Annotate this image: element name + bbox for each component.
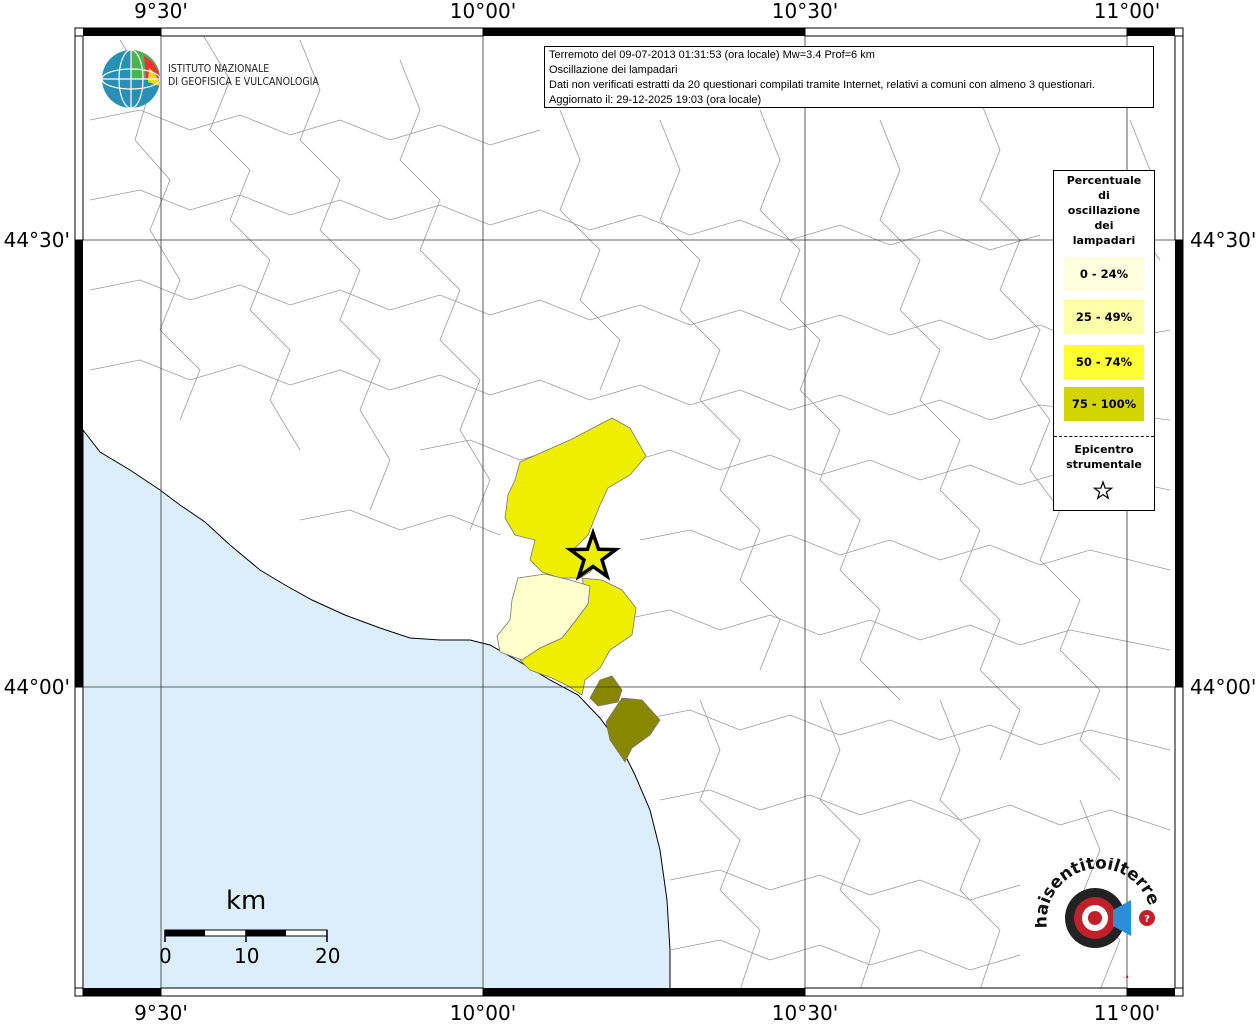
earthquake-info-box: Terremoto del 09-07-2013 01:31:53 (ora l… bbox=[544, 46, 1154, 108]
legend-class-75-100: 75 - 100% bbox=[1064, 387, 1144, 421]
lon-label: 10°00' bbox=[450, 0, 516, 23]
scale-label-0: 0 bbox=[159, 944, 172, 968]
legend-epicenter-line: Epicentro bbox=[1074, 443, 1134, 456]
lon-label: 10°30' bbox=[772, 0, 838, 23]
lat-label: 44°30' bbox=[1190, 228, 1256, 252]
lon-label: 10°00' bbox=[450, 1001, 516, 1024]
legend: Percentuale di oscillazione dei lampadar… bbox=[1053, 170, 1155, 511]
lon-label: 9°30' bbox=[134, 0, 188, 23]
logo-prefix-text: www. bbox=[1099, 970, 1136, 978]
lon-label: 11°00' bbox=[1094, 1001, 1160, 1024]
scale-unit-label: km bbox=[226, 886, 267, 916]
lon-labels-top: 9°30' 10°00' 10°30' 11°00' bbox=[134, 0, 1160, 23]
legend-class-25-49: 25 - 49% bbox=[1064, 300, 1144, 334]
lat-label: 44°30' bbox=[4, 228, 70, 252]
lon-labels-bottom: 9°30' 10°00' 10°30' 11°00' bbox=[134, 1001, 1160, 1024]
institute-line: DI GEOFISICA E VULCANOLOGIA bbox=[168, 76, 319, 88]
svg-text:?: ? bbox=[1144, 914, 1150, 925]
lon-label: 11°00' bbox=[1094, 0, 1160, 23]
ingv-globe-icon bbox=[101, 49, 161, 109]
legend-title-line: Percentuale bbox=[1066, 174, 1142, 187]
lat-label: 44°00' bbox=[1190, 675, 1256, 699]
legend-epicenter-line: strumentale bbox=[1066, 458, 1142, 471]
scale-label-20: 20 bbox=[315, 944, 341, 968]
legend-star-icon bbox=[1092, 480, 1114, 500]
scale-label-10: 10 bbox=[234, 944, 260, 968]
info-line-event: Terremoto del 09-07-2013 01:31:53 (ora l… bbox=[549, 49, 875, 61]
legend-title: Percentuale di oscillazione dei lampadar… bbox=[1054, 173, 1154, 248]
legend-title-line: dei bbox=[1094, 219, 1114, 232]
institute-name: ISTITUTO NAZIONALE DI GEOFISICA E VULCAN… bbox=[168, 63, 319, 89]
info-line-data-note: Dati non verificati estratti da 20 quest… bbox=[549, 79, 1095, 91]
legend-title-line: oscillazione bbox=[1067, 204, 1141, 217]
legend-title-line: di bbox=[1098, 189, 1110, 202]
svg-text:www.: www. bbox=[1099, 970, 1136, 978]
institute-line: ISTITUTO NAZIONALE bbox=[168, 63, 270, 75]
lat-label: 44°00' bbox=[4, 675, 70, 699]
lon-label: 9°30' bbox=[134, 1001, 188, 1024]
info-line-updated: Aggiornato il: 29-12-2025 19:03 (ora loc… bbox=[549, 94, 762, 106]
haisentito-logo-icon: haisentitoilterremoto.it www. ? bbox=[1035, 858, 1164, 978]
legend-epicenter-label: Epicentro strumentale bbox=[1054, 442, 1154, 472]
municipality-class-75-100 bbox=[589, 675, 623, 707]
info-line-parameter: Oscillazione dei lampadari bbox=[549, 64, 678, 76]
legend-separator bbox=[1054, 436, 1154, 437]
legend-class-50-74: 50 - 74% bbox=[1064, 345, 1144, 379]
legend-class-0-24: 0 - 24% bbox=[1064, 257, 1144, 291]
lon-label: 10°30' bbox=[772, 1001, 838, 1024]
legend-title-line: lampadari bbox=[1072, 234, 1136, 247]
